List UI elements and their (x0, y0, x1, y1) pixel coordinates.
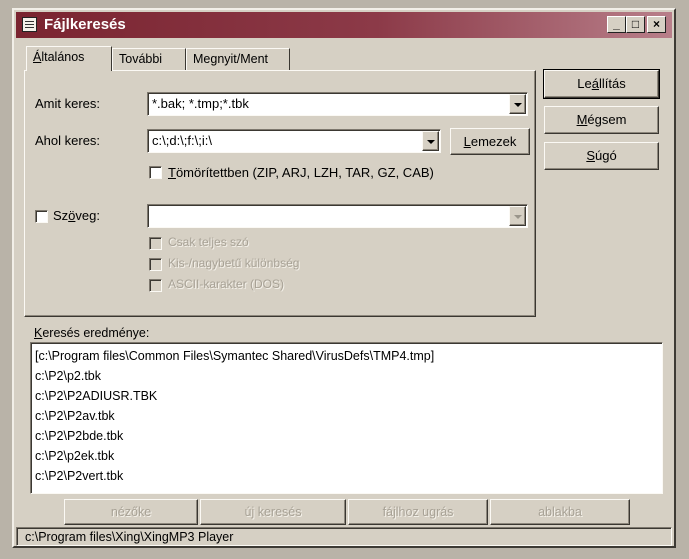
maximize-button[interactable]: □ (626, 16, 645, 33)
window-title: Fájlkeresés (44, 16, 126, 33)
stop-button[interactable]: Leállítás (543, 69, 660, 99)
ascii-label: ASCII-karakter (DOS) (168, 277, 285, 291)
search-dropdown-button[interactable] (509, 94, 526, 114)
search-location-value: c:\;d:\;f:\;i:\ (152, 133, 212, 148)
results-listbox[interactable]: [c:\Program files\Common Files\Symantec … (30, 342, 663, 494)
location-dropdown-button[interactable] (422, 131, 439, 151)
help-button[interactable]: Súgó (544, 142, 659, 170)
text-search-label[interactable]: Szöveg: (53, 208, 100, 223)
where-label: Ahol keres: (35, 133, 101, 148)
results-label: Keresés eredménye: (34, 326, 150, 340)
result-item[interactable]: c:\P2\P2bde.tbk (35, 426, 658, 446)
search-pattern-value: *.bak; *.tmp;*.tbk (152, 96, 249, 111)
drives-button[interactable]: Lemezek (450, 128, 530, 155)
results-list: [c:\Program files\Common Files\Symantec … (35, 346, 658, 486)
close-button[interactable]: × (647, 16, 666, 33)
result-item[interactable]: c:\P2\P2vert.tbk (35, 466, 658, 486)
go-to-file-button[interactable]: fájlhoz ugrás (348, 499, 488, 525)
general-tab-panel: Amit keres: *.bak; *.tmp;*.tbk Ahol kere… (24, 70, 536, 317)
status-bar: c:\Program files\Xing\XingMP3 Player (16, 527, 672, 546)
compressed-checkbox[interactable] (149, 166, 162, 179)
minimize-button[interactable]: _ (607, 16, 626, 33)
compressed-label[interactable]: Tömörítettben (ZIP, ARJ, LZH, TAR, GZ, C… (168, 165, 434, 180)
result-item[interactable]: c:\P2\P2ADIUSR.TBK (35, 386, 658, 406)
title-bar[interactable]: Fájlkeresés _ □ × (16, 12, 672, 38)
search-label: Amit keres: (35, 96, 101, 111)
result-item[interactable]: c:\P2\p2ek.tbk (35, 446, 658, 466)
case-sensitive-checkbox[interactable] (149, 258, 162, 271)
search-pattern-combobox[interactable]: *.bak; *.tmp;*.tbk (147, 92, 528, 116)
text-search-combobox[interactable] (147, 204, 528, 228)
to-window-button[interactable]: ablakba (490, 499, 630, 525)
ascii-checkbox[interactable] (149, 279, 162, 292)
tab-general[interactable]: Általános (26, 46, 112, 71)
cancel-button[interactable]: Mégsem (544, 106, 659, 134)
result-item[interactable]: c:\P2\p2.tbk (35, 366, 658, 386)
whole-word-label: Csak teljes szó (168, 235, 249, 249)
text-dropdown-button[interactable] (509, 206, 526, 226)
tab-more[interactable]: További (112, 48, 186, 70)
viewer-button[interactable]: nézőke (64, 499, 198, 525)
tab-open-save[interactable]: Megnyit/Ment (186, 48, 290, 70)
app-icon (22, 17, 37, 32)
new-search-button[interactable]: új keresés (200, 499, 346, 525)
status-text: c:\Program files\Xing\XingMP3 Player (25, 530, 234, 544)
result-item[interactable]: c:\P2\P2av.tbk (35, 406, 658, 426)
file-search-window: Fájlkeresés _ □ × Általános További Megn… (12, 8, 676, 548)
text-search-checkbox[interactable] (35, 210, 48, 223)
whole-word-checkbox[interactable] (149, 237, 162, 250)
search-location-combobox[interactable]: c:\;d:\;f:\;i:\ (147, 129, 441, 153)
case-sensitive-label: Kis-/nagybetű különbség (168, 256, 300, 270)
result-item[interactable]: [c:\Program files\Common Files\Symantec … (35, 346, 658, 366)
